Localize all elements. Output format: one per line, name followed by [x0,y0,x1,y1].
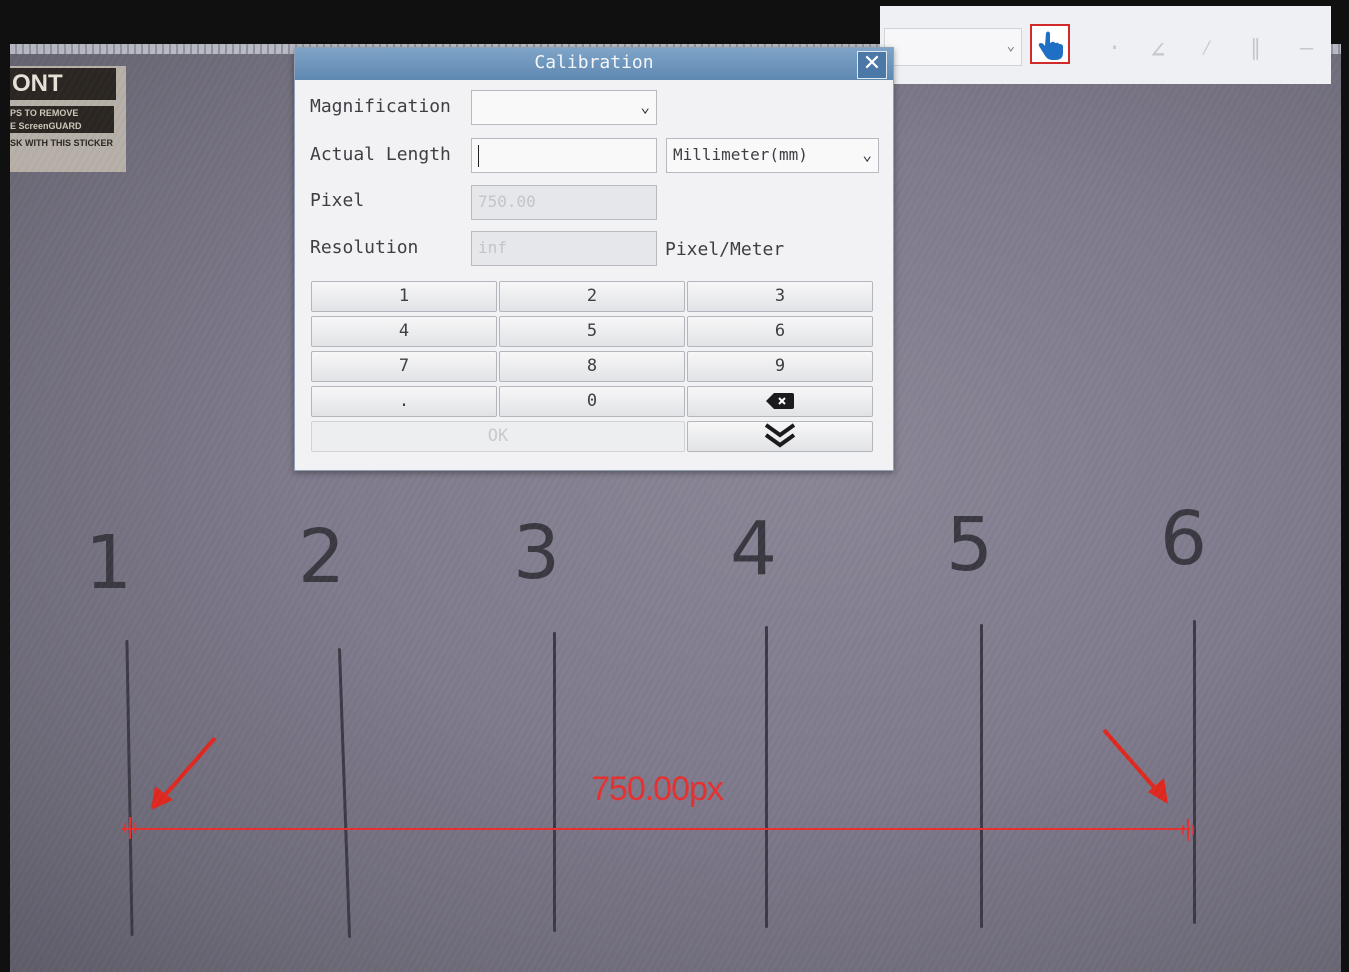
measurement-line[interactable] [122,828,1190,830]
double-chevron-down-icon [764,423,796,448]
scale-number: 3 [513,510,561,596]
key-3[interactable]: 3 [687,281,873,312]
measure-end-handle[interactable] [1181,819,1195,841]
ruler-tick [337,648,352,938]
left-arrow-icon [151,736,217,810]
collapse-button[interactable] [687,421,873,452]
parallel-tool-icon[interactable]: ∥ [1250,36,1261,61]
key-1[interactable]: 1 [311,281,497,312]
measure-start-handle[interactable] [123,817,137,839]
magnification-label: Magnification [310,96,451,117]
key-9[interactable]: 9 [687,351,873,382]
toolbar: ⌄ · ∠ ⁄ ∥ – [880,6,1331,84]
actual-length-label: Actual Length [310,144,451,165]
key-6[interactable]: 6 [687,316,873,347]
toolbar-select[interactable]: ⌄ [884,28,1022,66]
backspace-icon [766,393,794,409]
key-2[interactable]: 2 [499,281,685,312]
scale-number: 6 [1160,496,1208,582]
ok-button[interactable]: OK [311,421,685,452]
key-5[interactable]: 5 [499,316,685,347]
resolution-value: inf [478,238,507,257]
sticker-line: SK WITH THIS STICKER [10,138,113,148]
dot-icon[interactable]: · [1108,36,1121,61]
right-arrow-icon [1102,728,1168,804]
calibration-dialog: Calibration ✕ Magnification ⌄ Actual Len… [294,47,894,471]
pixel-value: 750.00 [478,192,536,211]
actual-length-input[interactable] [471,138,657,173]
close-button[interactable]: ✕ [857,51,887,79]
ruler-tick [125,639,134,937]
sticker-line: PS TO REMOVE [10,106,114,120]
horizontal-tool-icon[interactable]: – [1300,36,1313,61]
ruler-tick [1193,620,1196,924]
scale-number: 1 [85,520,133,606]
backspace-button[interactable] [687,386,873,417]
hand-pointer-icon [1038,31,1063,60]
resolution-label: Resolution [310,237,419,258]
measurement-label: 750.00px [591,770,724,808]
scale-number: 5 [946,502,994,588]
pixel-field: 750.00 [471,185,657,220]
scale-number: 4 [730,506,778,592]
key-7[interactable]: 7 [311,351,497,382]
resolution-unit-label: Pixel/Meter [665,239,785,260]
dialog-title: Calibration [295,48,893,80]
key-dot[interactable]: . [311,386,497,417]
ruler-tick [553,632,556,932]
key-4[interactable]: 4 [311,316,497,347]
pixel-label: Pixel [310,190,365,211]
sticker-line: E ScreenGUARD [10,119,114,133]
chevron-down-icon: ⌄ [640,97,650,116]
resolution-field: inf [471,231,657,266]
protective-sticker: ONT PS TO REMOVE E ScreenGUARD SK WITH T… [10,66,126,172]
ruler-tick [980,624,983,928]
hand-tool-button[interactable] [1030,24,1070,64]
chevron-down-icon: ⌄ [1006,38,1015,54]
key-8[interactable]: 8 [499,351,685,382]
key-0[interactable]: 0 [499,386,685,417]
chevron-down-icon: ⌄ [862,145,872,164]
close-icon: ✕ [862,51,882,76]
angle-tool-icon[interactable]: ∠ [1150,36,1166,66]
text-caret [478,144,479,167]
sticker-title: ONT [10,68,116,100]
scale-number: 2 [298,514,346,600]
unit-select[interactable]: Millimeter(mm) ⌄ [666,138,879,173]
unit-value: Millimeter(mm) [673,145,808,164]
line-tool-icon[interactable]: ⁄ [1200,36,1213,62]
ruler-tick [765,626,768,928]
magnification-select[interactable]: ⌄ [471,90,657,125]
